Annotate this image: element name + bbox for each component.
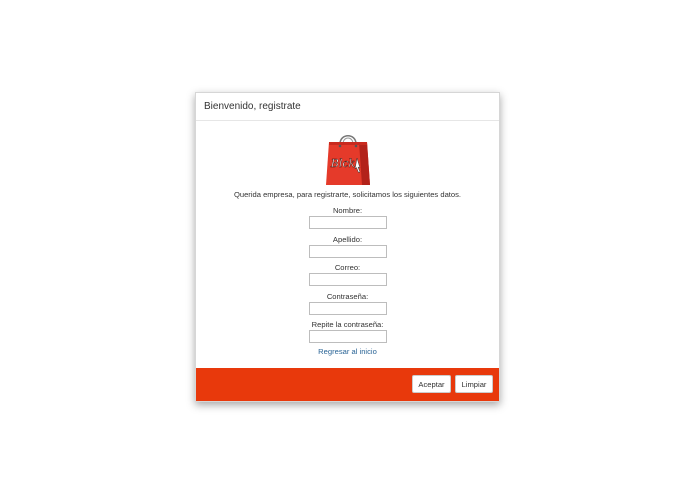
field-correo: Correo:	[196, 262, 499, 286]
nombre-input[interactable]	[308, 216, 387, 229]
nombre-label: Nombre:	[332, 206, 363, 215]
field-apellido: Apellido:	[196, 234, 499, 258]
apellido-input[interactable]	[308, 245, 387, 258]
modal-body: Blck Querida empresa, para registrarte, …	[196, 121, 499, 370]
registration-modal: Bienvenido, registrate Blck Querida empr…	[195, 92, 500, 402]
field-repite-contrasena: Repite la contraseña:	[196, 319, 499, 343]
modal-header: Bienvenido, registrate	[196, 93, 499, 121]
back-to-home-link[interactable]: Regresar al inicio	[196, 347, 499, 356]
contrasena-input[interactable]	[308, 302, 387, 315]
contrasena-label: Contraseña:	[326, 292, 369, 301]
repite-contrasena-label: Repite la contraseña:	[311, 320, 384, 329]
shopping-bag-icon: Blck	[326, 134, 370, 185]
apellido-label: Apellido:	[332, 235, 363, 244]
logo-text: Blck	[330, 157, 356, 170]
repite-contrasena-input[interactable]	[308, 330, 387, 343]
modal-title: Bienvenido, registrate	[204, 101, 301, 112]
correo-label: Correo:	[334, 263, 361, 272]
field-nombre: Nombre:	[196, 205, 499, 229]
field-contrasena: Contraseña:	[196, 291, 499, 315]
modal-footer: Aceptar Limpiar	[196, 368, 499, 401]
accept-button[interactable]: Aceptar	[412, 375, 451, 393]
intro-text: Querida empresa, para registrarte, solic…	[233, 190, 462, 199]
correo-input[interactable]	[308, 273, 387, 286]
clear-button[interactable]: Limpiar	[455, 375, 493, 393]
